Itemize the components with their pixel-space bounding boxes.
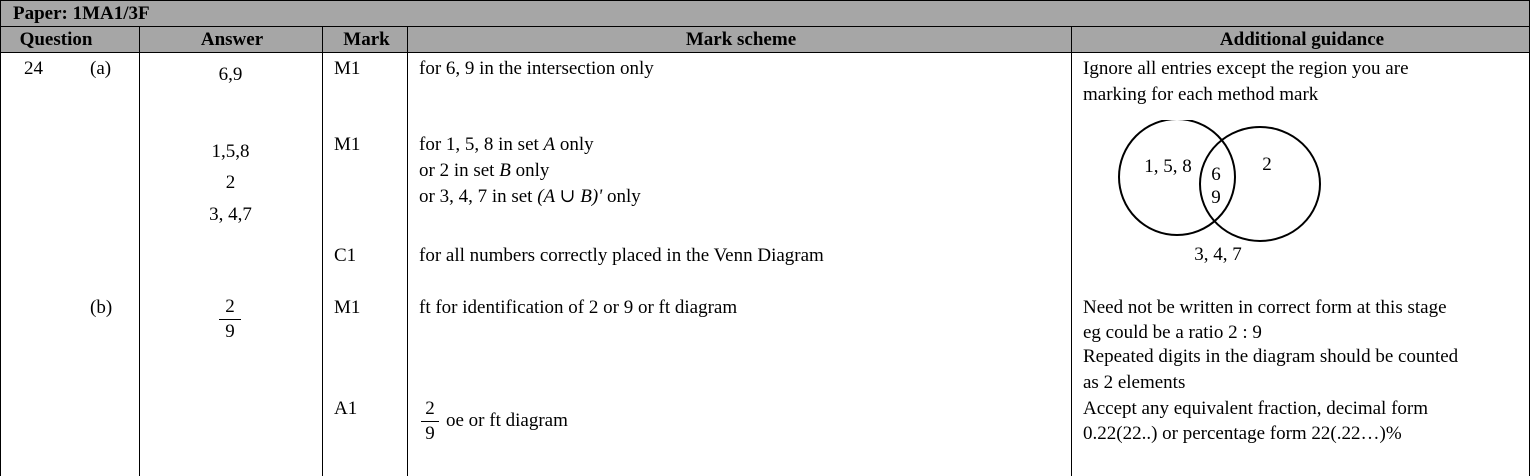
venn-set-a-only: 1, 5, 8 [1144,156,1192,177]
mark-a-3: C1 [334,245,357,266]
paper-title: Paper: 1MA1/3F [0,0,1530,27]
answer-a-set-b: 2 [225,172,236,193]
header-question: Question [19,29,93,50]
scheme-b-2-text: oe or ft diagram [446,410,568,431]
column-divider [139,27,140,476]
mark-b-1: M1 [334,297,361,318]
answer-a-intersection: 6,9 [218,64,243,85]
guidance-a-1: Ignore all entries except the region you… [1083,58,1409,79]
scheme-a-4: or 3, 4, 7 in set (A ∪ B)' only [419,186,641,207]
fraction-bar [219,319,241,320]
mark-scheme-table: Paper: 1MA1/3F Question Answer Mark Mark… [0,0,1532,476]
venn-intersection-top: 6 [1211,164,1221,185]
question-number: 24 [24,58,43,79]
question-part-b: (b) [90,297,113,318]
table-border-left [0,0,1,476]
guidance-b-2: eg could be a ratio 2 : 9 [1083,322,1262,343]
guidance-b-1: Need not be written in correct form at t… [1083,297,1447,318]
venn-intersection-bottom: 9 [1211,187,1221,208]
scheme-b-numerator: 2 [425,398,435,419]
scheme-a-1: for 6, 9 in the intersection only [419,58,654,79]
scheme-a-2: for 1, 5, 8 in set A only [419,134,594,155]
column-divider [322,27,323,476]
scheme-b-1: ft for identification of 2 or 9 or ft di… [419,297,738,318]
header-row: Question Answer Mark Mark scheme Additio… [0,27,1530,53]
scheme-a-3: or 2 in set B only [419,160,550,181]
header-mark: Mark [343,29,390,50]
column-divider [1071,27,1072,476]
column-divider [407,27,408,476]
header-additional-guidance: Additional guidance [1219,29,1385,50]
venn-outside: 3, 4, 7 [1194,244,1242,265]
guidance-b-3: Repeated digits in the diagram should be… [1083,346,1459,367]
mark-a-2: M1 [334,134,361,155]
venn-set-b-only: 2 [1262,154,1272,175]
guidance-b-5: Accept any equivalent fraction, decimal … [1083,398,1429,419]
guidance-b-4: as 2 elements [1083,372,1186,393]
answer-b-denominator: 9 [225,321,235,342]
table-border-right [1529,0,1530,476]
scheme-b-fraction: 2 9 [421,398,439,445]
question-part-a: (a) [90,58,112,79]
scheme-a-5: for all numbers correctly placed in the … [419,245,824,266]
answer-b-numerator: 2 [225,296,235,317]
answer-a-outside: 3, 4,7 [209,204,252,225]
scheme-b-denominator: 9 [425,423,435,444]
answer-a-set-a: 1,5,8 [211,141,250,162]
answer-b-fraction: 2 9 [219,296,241,343]
fraction-bar [421,421,439,422]
mark-a-1: M1 [334,58,361,79]
header-answer: Answer [200,29,264,50]
venn-diagram: 1, 5, 8 6 9 2 3, 4, 7 [1118,120,1321,265]
mark-b-2: A1 [334,398,358,419]
guidance-b-6: 0.22(22..) or percentage form 22(.22…)% [1083,423,1402,444]
header-mark-scheme: Mark scheme [685,29,797,50]
guidance-a-2: marking for each method mark [1083,84,1319,105]
